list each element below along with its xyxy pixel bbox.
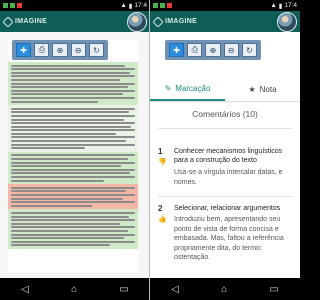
document-toolbar: ✚ ⎙ ⊕ ⊖ ↻ <box>165 40 261 60</box>
pencil-icon: ✎ <box>164 84 172 93</box>
divider <box>158 128 292 129</box>
back-icon[interactable]: ◁ <box>171 284 179 295</box>
comment-body: Usa-se a vírgula intercalar datas, e nom… <box>174 169 283 186</box>
avatar[interactable] <box>127 12 147 32</box>
home-icon[interactable]: ⌂ <box>221 284 227 295</box>
zoom-in-button[interactable]: ⊕ <box>205 43 221 57</box>
comment-title: Selecionar, relacionar argumentos <box>174 205 281 212</box>
thumbs-down-icon: 👎 <box>158 159 167 166</box>
comment-item[interactable]: 2 👍 Selecionar, relacionar argumentos In… <box>158 204 296 276</box>
system-nav-bar: ◁ ⌂ ▭ <box>0 278 149 300</box>
system-nav-bar: ◁ ⌂ ▭ <box>150 278 300 300</box>
avatar[interactable] <box>277 12 297 32</box>
logo-icon <box>2 15 14 28</box>
comment-number: 2 <box>158 204 163 213</box>
highlight-green[interactable] <box>8 62 138 106</box>
print-button[interactable]: ⎙ <box>34 43 50 57</box>
print-icon: ⎙ <box>38 45 45 54</box>
document-toolbar: ✚ ⎙ ⊕ ⊖ ↻ <box>12 40 108 60</box>
zoom-out-icon: ⊖ <box>74 45 82 55</box>
app-logo[interactable]: IMAGINE <box>152 15 198 28</box>
battery-icon: ▮ <box>128 2 133 10</box>
comment-body: Introduziu bem, apresentando seu ponto d… <box>174 216 284 261</box>
highlight-green[interactable] <box>8 209 138 249</box>
print-button[interactable]: ⎙ <box>187 43 203 57</box>
crosshair-icon: ✚ <box>173 45 180 55</box>
refresh-icon: ↻ <box>246 45 253 55</box>
star-icon: ★ <box>248 85 256 94</box>
zoom-in-button[interactable]: ⊕ <box>52 43 68 57</box>
zoom-out-icon: ⊖ <box>227 45 235 55</box>
highlight-pale[interactable] <box>8 105 138 152</box>
home-icon[interactable]: ⌂ <box>71 284 77 295</box>
notification-icon <box>167 3 172 8</box>
tab-bar: ✎ Marcação ★ Nota <box>150 78 300 102</box>
refresh-button[interactable]: ↻ <box>241 43 258 57</box>
app-name: IMAGINE <box>15 18 48 25</box>
zoom-in-icon: ⊕ <box>56 45 64 55</box>
app-logo[interactable]: IMAGINE <box>2 15 48 28</box>
highlight-green[interactable] <box>8 151 138 185</box>
tab-label: Nota <box>259 85 277 94</box>
notification-icon <box>160 3 165 8</box>
notification-icon <box>153 3 158 8</box>
status-time: 17:4 <box>134 2 147 9</box>
wifi-icon: ▲ <box>120 2 127 9</box>
tab-marcacao[interactable]: ✎ Marcação <box>150 78 225 101</box>
crosshair-icon: ✚ <box>20 45 27 55</box>
crosshair-button[interactable]: ✚ <box>169 43 185 57</box>
wifi-icon: ▲ <box>270 2 277 9</box>
comments-title: Comentários (10) <box>192 109 258 119</box>
right-screen: ▲ ▮ 17:4 IMAGINE ✚ ⎙ ⊕ ⊖ ↻ ✎ Marcação ★ … <box>150 0 300 300</box>
thumbs-up-icon: 👍 <box>158 216 167 223</box>
status-time: 17:4 <box>284 2 297 9</box>
status-bar: ▲ ▮ 17:4 <box>150 0 300 11</box>
back-icon[interactable]: ◁ <box>21 284 29 295</box>
essay-document[interactable] <box>8 40 138 272</box>
notification-icon <box>17 3 22 8</box>
highlight-orange[interactable] <box>8 184 138 210</box>
battery-icon: ▮ <box>278 2 283 10</box>
recents-icon[interactable]: ▭ <box>269 284 278 295</box>
status-bar: ▲ ▮ 17:4 <box>0 0 149 11</box>
zoom-out-button[interactable]: ⊖ <box>70 43 86 57</box>
logo-icon <box>152 15 164 28</box>
tab-label: Marcação <box>175 84 211 93</box>
print-icon: ⎙ <box>191 45 198 54</box>
tab-nota[interactable]: ★ Nota <box>225 78 300 101</box>
comment-title: Conhecer mecanismos linguísticos para a … <box>174 148 283 164</box>
app-bar: IMAGINE <box>150 11 300 32</box>
recents-icon[interactable]: ▭ <box>119 284 128 295</box>
divider <box>158 196 292 197</box>
notification-icon <box>10 3 15 8</box>
notification-icon <box>3 3 8 8</box>
comment-number: 1 <box>158 147 163 156</box>
app-name: IMAGINE <box>165 18 198 25</box>
left-screen: ▲ ▮ 17:4 IMAGINE ✚ ⎙ ⊕ ⊖ ↻ ◁ ⌂ ▭ <box>0 0 150 300</box>
refresh-icon: ↻ <box>93 45 100 55</box>
comment-item[interactable]: 1 👎 Conhecer mecanismos linguísticos par… <box>158 147 296 195</box>
app-bar: IMAGINE <box>0 11 149 32</box>
zoom-in-icon: ⊕ <box>209 45 217 55</box>
refresh-button[interactable]: ↻ <box>88 43 105 57</box>
zoom-out-button[interactable]: ⊖ <box>223 43 239 57</box>
crosshair-button[interactable]: ✚ <box>16 43 32 57</box>
